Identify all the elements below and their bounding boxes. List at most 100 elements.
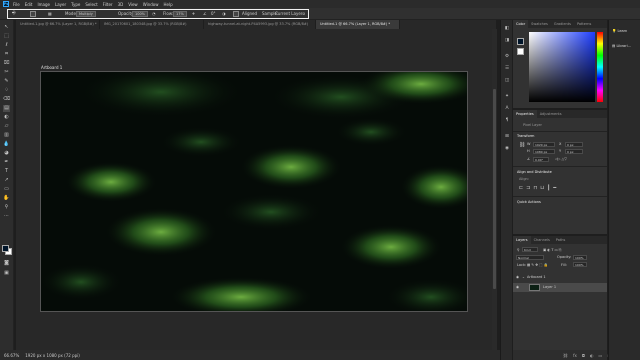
clone-stamp-tool-icon[interactable]: ▤ — [3, 105, 10, 112]
pen-tool-icon[interactable]: ✒ — [3, 159, 10, 166]
brush-settings-panel-icon[interactable]: ⚙ — [504, 54, 510, 60]
rectangle-tool-icon[interactable]: ▭ — [3, 186, 10, 193]
artboard-layer-row[interactable]: ◉ ⌄ Artboard 1 — [513, 273, 607, 282]
flow-input[interactable]: 17% — [173, 11, 187, 17]
menu-3d[interactable]: 3D — [118, 2, 124, 7]
artboard-label[interactable]: Artboard 1 — [41, 65, 62, 70]
panel-background-swatch[interactable] — [517, 48, 524, 55]
angle-icon[interactable]: ∠ — [203, 11, 207, 16]
layer-row[interactable]: ◉ Layer 1 — [513, 283, 607, 292]
visibility-icon[interactable]: ◉ — [516, 273, 519, 282]
brush-settings-icon[interactable]: ▦ — [48, 11, 52, 16]
scrollbar-thumb[interactable] — [493, 89, 496, 289]
tab-highway-tunnel[interactable]: highway-tunnel-at-night-P4A5993.jpg @ 33… — [204, 20, 316, 29]
dodge-tool-icon[interactable]: ◕ — [3, 150, 10, 157]
tab-img-20170601[interactable]: IMG_20170601_180348.jpg @ 33.7% (RGB/8#) — [100, 20, 204, 29]
chevron-down-icon[interactable]: ⌄ — [522, 273, 525, 282]
filter-type-icons[interactable]: ▣◐T▭⎘ — [543, 248, 563, 252]
hue-slider[interactable] — [597, 32, 603, 102]
tab-swatches[interactable]: Swatches — [528, 20, 551, 28]
menu-layer[interactable]: Layer — [55, 2, 66, 7]
stamp-tool-icon[interactable]: ⎆ — [12, 10, 16, 16]
menu-filter[interactable]: Filter — [103, 2, 113, 7]
transform-header[interactable]: Transform — [517, 134, 534, 138]
pressure-opacity-icon[interactable]: ◔ — [152, 11, 156, 16]
pressure-size-icon[interactable]: ◑ — [222, 11, 226, 16]
x-input[interactable]: 0 px — [565, 142, 583, 147]
tab-color[interactable]: Color — [513, 20, 529, 28]
tab-adjustments[interactable]: Adjustments — [537, 110, 565, 118]
fx-icon[interactable]: fx — [573, 353, 577, 358]
zoom-level[interactable]: 66.67% — [4, 353, 19, 358]
aligned-checkbox[interactable] — [233, 11, 239, 17]
type-tool-icon[interactable]: T — [3, 168, 10, 175]
zoom-tool-icon[interactable]: ⚲ — [3, 204, 10, 211]
group-icon[interactable]: ▭ — [599, 353, 603, 358]
quick-mask-icon[interactable]: ◙ — [3, 260, 10, 267]
tab-layers[interactable]: Layers — [513, 236, 531, 244]
tab-untitled-jpg[interactable]: Untitled-1.jpg @ 66.7% (Layer 1, RGB/8#)… — [16, 20, 100, 29]
width-input[interactable]: 1920 px — [533, 142, 555, 147]
tab-untitled-active[interactable]: Untitled-1 @ 66.7% (Layer 1, RGB/8#) * — [316, 20, 400, 29]
y-input[interactable]: 0 px — [565, 149, 583, 154]
tab-channels[interactable]: Channels — [531, 236, 553, 244]
adjustment-icon[interactable]: ◐ — [590, 353, 594, 358]
gradient-tool-icon[interactable]: ▥ — [3, 132, 10, 139]
navigator-panel-icon[interactable]: ◉ — [504, 146, 510, 152]
color-picker-field[interactable] — [529, 32, 595, 102]
menu-type[interactable]: Type — [71, 2, 80, 7]
history-panel-icon[interactable]: ◧ — [504, 26, 510, 32]
flip-icons[interactable]: ◁▷ △▽ — [555, 157, 567, 161]
eyedropper-tool-icon[interactable]: ✎ — [3, 78, 10, 85]
more-tools-icon[interactable]: ⋯ — [3, 213, 10, 220]
learn-panel-button[interactable]: 💡 Learn — [612, 29, 627, 33]
height-input[interactable]: 1080 px — [533, 149, 555, 154]
menu-view[interactable]: View — [128, 2, 138, 7]
lasso-tool-icon[interactable]: ℓ — [3, 42, 10, 49]
menu-image[interactable]: Image — [37, 2, 50, 7]
artboard-image[interactable] — [40, 71, 468, 312]
healing-tool-icon[interactable]: ♢ — [3, 87, 10, 94]
menu-window[interactable]: Window — [143, 2, 159, 7]
brush-preset-picker[interactable] — [30, 11, 36, 17]
tab-paths[interactable]: Paths — [553, 236, 569, 244]
character-panel-icon[interactable]: A — [504, 106, 510, 112]
lock-icons[interactable]: ▦✎✥⬚🔒 — [527, 263, 549, 267]
tab-properties[interactable]: Properties — [513, 110, 537, 118]
kind-filter[interactable]: Kind — [522, 247, 538, 252]
angle-input[interactable]: 0.00° — [533, 157, 549, 162]
opacity-input[interactable]: 100% — [132, 11, 149, 17]
marquee-tool-icon[interactable]: ⬚ — [3, 33, 10, 40]
foreground-color[interactable] — [2, 245, 9, 252]
frame-tool-icon[interactable]: ✂ — [3, 69, 10, 76]
ignore-adjustment-icon[interactable]: ⊘ — [302, 11, 305, 16]
hand-tool-icon[interactable]: ✋ — [3, 195, 10, 202]
crop-tool-icon[interactable]: ⌧ — [3, 60, 10, 67]
blur-tool-icon[interactable]: 💧 — [3, 141, 10, 148]
angle-value[interactable]: 0° — [211, 11, 216, 16]
libraries-panel-button[interactable]: ▤ Librari... — [612, 44, 631, 48]
visibility-icon[interactable]: ◉ — [516, 283, 519, 292]
layer-name[interactable]: Layer 1 — [543, 283, 556, 292]
align-distribute-header[interactable]: Align and Distribute — [517, 170, 552, 174]
brush-tool-icon[interactable]: ⌫ — [3, 96, 10, 103]
color-swatches[interactable] — [2, 245, 12, 255]
history-brush-tool-icon[interactable]: ◐ — [3, 114, 10, 121]
airbrush-icon[interactable]: ✈ — [192, 11, 195, 16]
tab-gradients[interactable]: Gradients — [551, 20, 574, 28]
menu-help[interactable]: Help — [163, 2, 172, 7]
link-icon[interactable]: ⛓ — [519, 142, 525, 148]
blend-mode-select[interactable]: Normal — [516, 255, 544, 260]
eraser-tool-icon[interactable]: ▱ — [3, 123, 10, 130]
mask-icon[interactable]: ◘ — [582, 353, 585, 358]
fill-input[interactable]: 100% — [573, 262, 587, 267]
mode-select[interactable]: Multiply — [76, 11, 96, 17]
path-select-tool-icon[interactable]: ↗ — [3, 177, 10, 184]
info-panel-icon[interactable]: ⊞ — [504, 134, 510, 140]
actions-panel-icon[interactable]: ◨ — [504, 38, 510, 44]
clone-source-panel-icon[interactable]: ◫ — [504, 78, 510, 84]
canvas-vertical-scrollbar[interactable] — [492, 29, 497, 350]
glyphs-panel-icon[interactable]: ✦ — [504, 94, 510, 100]
screen-mode-icon[interactable]: ▣ — [3, 270, 10, 277]
sample-select[interactable]: Current Layer — [275, 11, 302, 16]
